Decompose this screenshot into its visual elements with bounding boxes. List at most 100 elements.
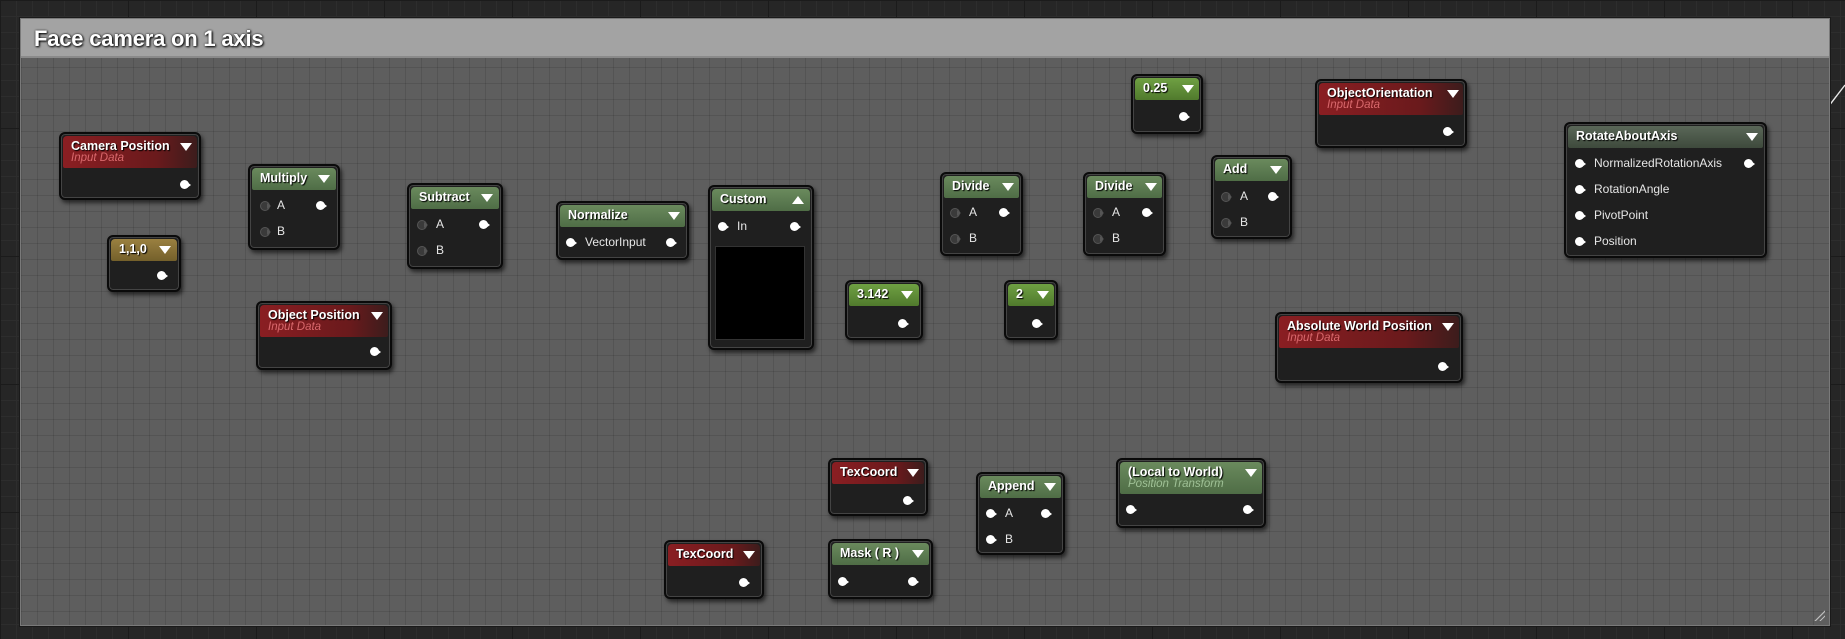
input-pin-rotation-angle[interactable] xyxy=(1575,184,1586,195)
collapse-arrow-icon[interactable] xyxy=(1270,166,1282,174)
pin-label: B xyxy=(277,224,286,238)
add-node[interactable]: Add A B xyxy=(1211,155,1292,239)
object-position-node[interactable]: Object Position Input Data xyxy=(256,301,392,370)
input-pin-a[interactable] xyxy=(986,508,997,519)
camera-position-node[interactable]: Camera Position Input Data xyxy=(59,132,201,200)
output-pin[interactable] xyxy=(898,318,909,329)
input-pin-a[interactable] xyxy=(1221,191,1232,202)
constant-quarter-node[interactable]: 0.25 xyxy=(1131,74,1203,134)
output-pin[interactable] xyxy=(157,270,168,281)
collapse-arrow-icon[interactable] xyxy=(1037,291,1049,299)
divide-node[interactable]: Divide A B xyxy=(1083,172,1166,256)
output-pin[interactable] xyxy=(1142,207,1153,218)
output-pin[interactable] xyxy=(908,576,919,587)
output-pin[interactable] xyxy=(1438,361,1449,372)
output-pin[interactable] xyxy=(1443,126,1454,137)
collapse-arrow-icon[interactable] xyxy=(1002,183,1014,191)
preview-thumbnail xyxy=(715,246,805,340)
output-pin[interactable] xyxy=(999,207,1010,218)
node-title: Append xyxy=(988,479,1035,493)
constant-two-node[interactable]: 2 xyxy=(1004,280,1058,340)
texcoord-node[interactable]: TexCoord xyxy=(828,458,928,516)
rotate-about-axis-node[interactable]: RotateAboutAxis NormalizedRotationAxis R… xyxy=(1564,122,1767,258)
output-pin[interactable] xyxy=(370,346,381,357)
divide-node[interactable]: Divide A B xyxy=(940,172,1023,256)
collapse-arrow-icon[interactable] xyxy=(1182,85,1194,93)
resize-grip-icon[interactable] xyxy=(1813,609,1825,621)
collapse-arrow-icon[interactable] xyxy=(668,212,680,220)
node-title: 1,1,0 xyxy=(119,242,147,256)
input-pin-normalized-rotation-axis[interactable] xyxy=(1575,158,1586,169)
subtract-node[interactable]: Subtract A B xyxy=(407,183,503,269)
collapse-arrow-icon[interactable] xyxy=(1746,133,1758,141)
multiply-node[interactable]: Multiply A B xyxy=(248,164,340,250)
collapse-arrow-icon[interactable] xyxy=(1145,183,1157,191)
expand-arrow-icon[interactable] xyxy=(792,196,804,204)
mask-node[interactable]: Mask ( R ) xyxy=(828,539,933,599)
pin-label: VectorInput xyxy=(585,235,646,249)
collapse-arrow-icon[interactable] xyxy=(912,550,924,558)
output-pin[interactable] xyxy=(1243,504,1254,515)
output-pin[interactable] xyxy=(903,495,914,506)
collapse-arrow-icon[interactable] xyxy=(371,312,383,320)
constant-110-node[interactable]: 1,1,0 xyxy=(107,235,181,292)
comment-header[interactable]: Face camera on 1 axis xyxy=(21,19,1829,58)
pin-label: A xyxy=(1112,205,1121,219)
output-pin[interactable] xyxy=(790,221,801,232)
input-pin-a[interactable] xyxy=(1093,207,1104,218)
normalize-node[interactable]: Normalize VectorInput xyxy=(556,201,689,260)
absolute-world-position-node[interactable]: Absolute World Position Input Data xyxy=(1275,312,1463,383)
input-pin[interactable] xyxy=(718,221,729,232)
node-subtitle: Input Data xyxy=(1327,99,1381,111)
output-pin[interactable] xyxy=(1744,158,1755,169)
input-pin-pivot-point[interactable] xyxy=(1575,210,1586,221)
output-pin[interactable] xyxy=(316,200,327,211)
node-title: TexCoord xyxy=(676,547,734,561)
custom-node[interactable]: Custom In xyxy=(708,185,814,350)
collapse-arrow-icon[interactable] xyxy=(1044,483,1056,491)
input-pin-b[interactable] xyxy=(1221,217,1232,228)
append-node[interactable]: Append A B xyxy=(976,472,1065,555)
collapse-arrow-icon[interactable] xyxy=(901,291,913,299)
input-pin[interactable] xyxy=(838,576,849,587)
input-pin-b[interactable] xyxy=(950,233,961,244)
collapse-arrow-icon[interactable] xyxy=(907,469,919,477)
constant-pi-node[interactable]: 3.142 xyxy=(845,280,923,340)
input-pin-b[interactable] xyxy=(417,245,428,256)
input-pin-b[interactable] xyxy=(986,534,997,545)
collapse-arrow-icon[interactable] xyxy=(1442,323,1454,331)
collapse-arrow-icon[interactable] xyxy=(159,246,171,254)
input-pin-position[interactable] xyxy=(1575,236,1586,247)
texcoord-node[interactable]: TexCoord xyxy=(664,540,764,599)
collapse-arrow-icon[interactable] xyxy=(318,175,330,183)
input-pin[interactable] xyxy=(566,237,577,248)
input-pin-a[interactable] xyxy=(950,207,961,218)
pin-label: In xyxy=(737,219,748,233)
transform-position-node[interactable]: (Local to World) Position Transform xyxy=(1116,458,1266,528)
collapse-arrow-icon[interactable] xyxy=(1447,90,1459,98)
input-pin[interactable] xyxy=(1126,504,1137,515)
collapse-arrow-icon[interactable] xyxy=(481,194,493,202)
output-pin[interactable] xyxy=(479,219,490,230)
output-pin[interactable] xyxy=(180,179,191,190)
input-pin-a[interactable] xyxy=(417,219,428,230)
output-pin[interactable] xyxy=(1179,111,1190,122)
node-title: Divide xyxy=(1095,179,1133,193)
collapse-arrow-icon[interactable] xyxy=(180,143,192,151)
node-title: Custom xyxy=(720,192,767,206)
input-pin-a[interactable] xyxy=(260,200,271,211)
output-pin[interactable] xyxy=(1268,191,1279,202)
node-title: Multiply xyxy=(260,171,308,185)
input-pin-b[interactable] xyxy=(1093,233,1104,244)
node-subtitle: Position Transform xyxy=(1128,478,1224,490)
output-pin[interactable] xyxy=(1032,318,1043,329)
pin-label: A xyxy=(436,217,445,231)
collapse-arrow-icon[interactable] xyxy=(1245,469,1257,477)
input-pin-b[interactable] xyxy=(260,226,271,237)
output-pin[interactable] xyxy=(666,237,677,248)
output-pin[interactable] xyxy=(739,577,750,588)
collapse-arrow-icon[interactable] xyxy=(743,551,755,559)
output-pin[interactable] xyxy=(1041,508,1052,519)
pin-label: B xyxy=(436,243,445,257)
object-orientation-node[interactable]: ObjectOrientation Input Data xyxy=(1315,79,1467,148)
